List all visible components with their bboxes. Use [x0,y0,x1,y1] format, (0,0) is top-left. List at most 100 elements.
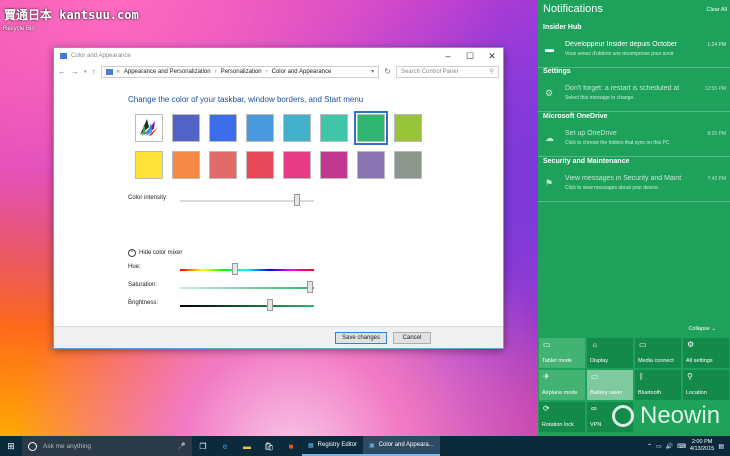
chevron-down-icon[interactable]: ▾ [84,69,87,75]
color-swatch[interactable] [246,151,274,179]
notification-item[interactable]: ⚙ Don't forget: a restart is scheduled at… [538,84,730,110]
taskbar-app-color-appearance[interactable]: ▣ Color and Appeara... [363,436,440,456]
neowin-wordmark: Neowin [640,402,721,429]
hue-thumb[interactable] [231,263,238,275]
hide-color-mixer-toggle[interactable]: ⌃ Hide color mixer [128,249,182,257]
quick-action-tile[interactable]: ⚲ Location [683,370,729,400]
color-swatch[interactable] [283,114,311,142]
color-swatch[interactable] [320,114,348,142]
color-swatch[interactable] [172,114,200,142]
office-icon[interactable]: ■ [280,436,302,456]
back-icon[interactable]: ← [58,67,66,76]
quick-action-tile[interactable]: ▭ Tablet mode [539,338,585,368]
cortana-search-box[interactable]: Ask me anything 🎤 [22,436,192,456]
quick-action-tile[interactable]: ☼ Display [587,338,633,368]
brightness-slider[interactable] [180,305,314,307]
breadcrumb-color[interactable]: Color and Appearance [272,69,332,75]
network-icon[interactable]: ▭ [656,443,662,450]
bluetooth-icon: ᛒ [639,372,644,381]
notification-item[interactable]: ▬ Développeur Insider depuis October Vous … [538,40,730,66]
notification-group-header[interactable]: Security and Maintenance [543,158,629,165]
quick-action-tile[interactable]: ⚙ All settings [683,338,729,368]
color-swatch[interactable] [394,114,422,142]
notification-time: 7:43 PM [707,176,726,182]
color-swatch[interactable] [354,111,388,145]
automatic-color-swatch[interactable] [135,114,163,142]
color-swatch[interactable] [246,114,274,142]
quick-action-label: Battery saver [590,390,623,396]
title-bar[interactable]: Color and Appearance – ☐ ✕ [54,48,503,64]
chevron-down-icon[interactable]: ▾ [371,68,374,75]
neowin-watermark: Neowin [612,402,720,430]
notification-title: View messages in Security and Maint [565,175,682,182]
close-button[interactable]: ✕ [481,48,503,64]
color-intensity-thumb[interactable] [293,194,300,206]
store-icon[interactable]: 🛍 [258,436,280,456]
color-swatch[interactable] [320,151,348,179]
volume-icon[interactable]: 🔊 [666,443,673,450]
cortana-icon [28,441,37,451]
start-button[interactable]: ⊞ [0,436,22,456]
color-swatch[interactable] [209,151,237,179]
file-explorer-icon[interactable]: ▬ [236,436,258,456]
microphone-icon[interactable]: 🎤 [178,442,186,450]
color-swatch[interactable] [172,151,200,179]
notification-group-header[interactable]: Insider Hub [543,24,582,31]
system-tray: ⌃ ▭ 🔊 ⌨ 2:00 PM 4/13/2015 ▤ [647,439,730,453]
up-icon[interactable]: ↑ [92,67,96,76]
notification-title: Set up OneDrive [565,130,617,137]
notification-body: Select this message to change. [565,95,635,101]
taskbar-app-registry-editor[interactable]: ▦ Registry Editor [302,436,364,456]
quick-action-label: All settings [686,358,713,364]
quick-action-tile[interactable]: ✈ Airplane mode [539,370,585,400]
saturation-slider[interactable] [180,287,314,289]
edge-browser-icon[interactable]: e [214,436,236,456]
chevron-up-icon[interactable]: ⌃ [647,443,652,450]
notification-item[interactable]: ⚑ View messages in Security and Maint Clic… [538,174,730,200]
maximize-button[interactable]: ☐ [459,48,481,64]
notification-title: Don't forget: a restart is scheduled at [565,85,680,92]
clock-date: 4/13/2015 [689,446,715,452]
cloud-icon: ☁ [545,133,554,143]
notification-item[interactable]: ☁ Set up OneDrive Click to choose the fold… [538,129,730,155]
color-intensity-label: Color intensity: [128,195,168,201]
keyboard-icon[interactable]: ⌨ [677,443,686,450]
quick-action-label: Media connect [638,358,674,364]
quick-action-tile[interactable]: ▭ Media connect [635,338,681,368]
quick-action-tile[interactable]: ⟳ Rotation lock [539,402,585,432]
saturation-thumb[interactable] [306,281,313,293]
color-swatch[interactable] [283,151,311,179]
quick-action-tile[interactable]: ᛒ Bluetooth [635,370,681,400]
window-title: Color and Appearance [71,53,131,59]
minimize-button[interactable]: – [437,48,459,64]
search-input[interactable]: Search Control Panel ⚲ [396,65,499,78]
notification-group-header[interactable]: Settings [543,68,571,75]
forward-icon[interactable]: → [71,67,79,76]
recycle-bin-label[interactable]: Recycle Bin [3,26,35,32]
color-swatch[interactable] [357,151,385,179]
quick-action-label: Airplane mode [542,390,578,396]
color-swatch[interactable] [135,151,163,179]
refresh-icon[interactable]: ↻ [384,67,391,76]
color-swatch[interactable] [209,114,237,142]
quick-action-tile[interactable]: ▭ Battery saver [587,370,633,400]
notification-group-header[interactable]: Microsoft OneDrive [543,113,608,120]
notification-body: Click to choose the folders that sync on… [565,140,670,146]
task-view-icon[interactable]: ❐ [192,436,214,456]
clear-all-link[interactable]: Clear All [707,7,727,13]
collapse-link[interactable]: Collapse ⌄ [688,326,716,332]
chevron-up-icon: ⌃ [128,249,136,257]
cancel-button[interactable]: Cancel [393,332,431,344]
breadcrumb-personalization[interactable]: Personalization [221,69,262,75]
save-changes-button[interactable]: Save changes [335,332,387,344]
cortana-placeholder: Ask me anything [43,442,92,450]
notification-body: Click to view messages about your device… [565,185,660,191]
color-swatch[interactable] [394,151,422,179]
palette-icon [140,119,158,136]
address-bar[interactable]: « Appearance and Personalization › Perso… [100,65,380,78]
brightness-thumb[interactable] [266,299,273,311]
hue-slider[interactable] [180,269,314,271]
action-center-icon[interactable]: ▤ [718,443,724,450]
clock[interactable]: 2:00 PM 4/13/2015 [690,439,714,453]
breadcrumb-appearance[interactable]: Appearance and Personalization [124,69,211,75]
